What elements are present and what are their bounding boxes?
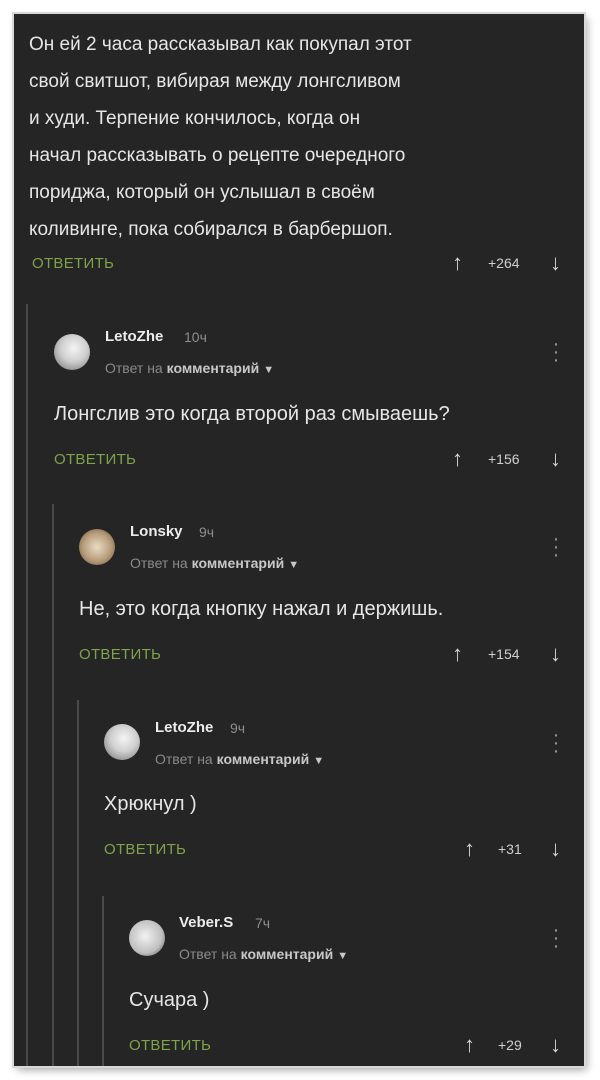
- avatar[interactable]: [54, 334, 90, 370]
- comment-text: Не, это когда кнопку нажал и держишь.: [79, 598, 444, 620]
- avatar[interactable]: [129, 920, 165, 956]
- comment-line: свой свитшот, вибирая между лонгсливом: [29, 71, 401, 92]
- comment-score: +154: [488, 646, 520, 662]
- thread-line: [26, 304, 28, 1066]
- thread-line: [52, 504, 54, 1066]
- down-arrow-icon[interactable]: ↓: [550, 643, 561, 665]
- down-arrow-icon[interactable]: ↓: [550, 1034, 561, 1056]
- reply-to-link[interactable]: Ответ на комментарий ▼: [105, 360, 274, 376]
- chevron-down-icon[interactable]: ▼: [263, 364, 274, 376]
- chevron-down-icon[interactable]: ▼: [288, 559, 299, 571]
- author-name[interactable]: LetoZhe: [155, 719, 213, 736]
- down-arrow-icon[interactable]: ↓: [550, 838, 561, 860]
- author-name[interactable]: Veber.S: [179, 914, 233, 931]
- up-arrow-icon[interactable]: ↑: [464, 838, 475, 860]
- comment-thread: Он ей 2 часа рассказывал как покупал это…: [14, 14, 584, 1066]
- comment-line: и худи. Терпение кончилось, когда он: [29, 108, 361, 129]
- reply-target[interactable]: комментарий: [241, 946, 334, 962]
- reply-to-link[interactable]: Ответ на комментарий ▼: [130, 555, 299, 571]
- comment-score: +156: [488, 451, 520, 467]
- author-name[interactable]: Lonsky: [130, 523, 183, 540]
- avatar[interactable]: [79, 529, 115, 565]
- comment-score: +31: [498, 841, 522, 857]
- comment-line: начал рассказывать о рецепте очередного: [29, 145, 406, 166]
- comment-time: 7ч: [255, 915, 271, 931]
- comment-line: Он ей 2 часа рассказывал как покупал это…: [29, 34, 412, 55]
- more-vertical-icon[interactable]: · · ·: [552, 920, 560, 956]
- comment-time: 9ч: [230, 720, 246, 736]
- comment-text: Лонгслив это когда второй раз смываешь?: [54, 403, 450, 425]
- author-name[interactable]: LetoZhe: [105, 328, 163, 345]
- avatar[interactable]: [104, 724, 140, 760]
- comment-text: Хрюкнул ): [104, 793, 197, 815]
- reply-button[interactable]: ОТВЕТИТЬ: [104, 841, 186, 858]
- down-arrow-icon[interactable]: ↓: [550, 448, 561, 470]
- thread-line: [77, 700, 79, 1066]
- main-comment-text: Он ей 2 часа рассказывал как покупал это…: [29, 26, 574, 248]
- more-vertical-icon[interactable]: · · ·: [552, 529, 560, 565]
- reply-prefix: Ответ на: [130, 555, 188, 571]
- comment-score: +264: [488, 255, 520, 271]
- more-vertical-icon[interactable]: · · ·: [552, 725, 560, 761]
- reply-button[interactable]: ОТВЕТИТЬ: [54, 451, 136, 468]
- up-arrow-icon[interactable]: ↑: [452, 448, 463, 470]
- reply-button[interactable]: ОТВЕТИТЬ: [129, 1037, 211, 1054]
- comment-time: 10ч: [184, 329, 207, 345]
- up-arrow-icon[interactable]: ↑: [452, 643, 463, 665]
- reply-target[interactable]: комментарий: [192, 555, 285, 571]
- reply-prefix: Ответ на: [155, 751, 213, 767]
- up-arrow-icon[interactable]: ↑: [452, 252, 463, 274]
- comment-score: +29: [498, 1037, 522, 1053]
- reply-to-link[interactable]: Ответ на комментарий ▼: [155, 751, 324, 767]
- reply-to-link[interactable]: Ответ на комментарий ▼: [179, 946, 348, 962]
- reply-button[interactable]: ОТВЕТИТЬ: [32, 255, 114, 272]
- comment-time: 9ч: [199, 524, 215, 540]
- reply-target[interactable]: комментарий: [217, 751, 310, 767]
- chevron-down-icon[interactable]: ▼: [337, 950, 348, 962]
- chevron-down-icon[interactable]: ▼: [313, 755, 324, 767]
- comment-line: пориджа, который он услышал в своём: [29, 182, 375, 203]
- more-vertical-icon[interactable]: · · ·: [552, 334, 560, 370]
- thread-line: [102, 896, 104, 1066]
- comment-line: коливинге, пока собирался в барбершоп.: [29, 219, 393, 240]
- reply-target[interactable]: комментарий: [167, 360, 260, 376]
- reply-prefix: Ответ на: [179, 946, 237, 962]
- up-arrow-icon[interactable]: ↑: [464, 1034, 475, 1056]
- reply-prefix: Ответ на: [105, 360, 163, 376]
- reply-button[interactable]: ОТВЕТИТЬ: [79, 646, 161, 663]
- comment-text: Сучара ): [129, 989, 210, 1011]
- down-arrow-icon[interactable]: ↓: [550, 252, 561, 274]
